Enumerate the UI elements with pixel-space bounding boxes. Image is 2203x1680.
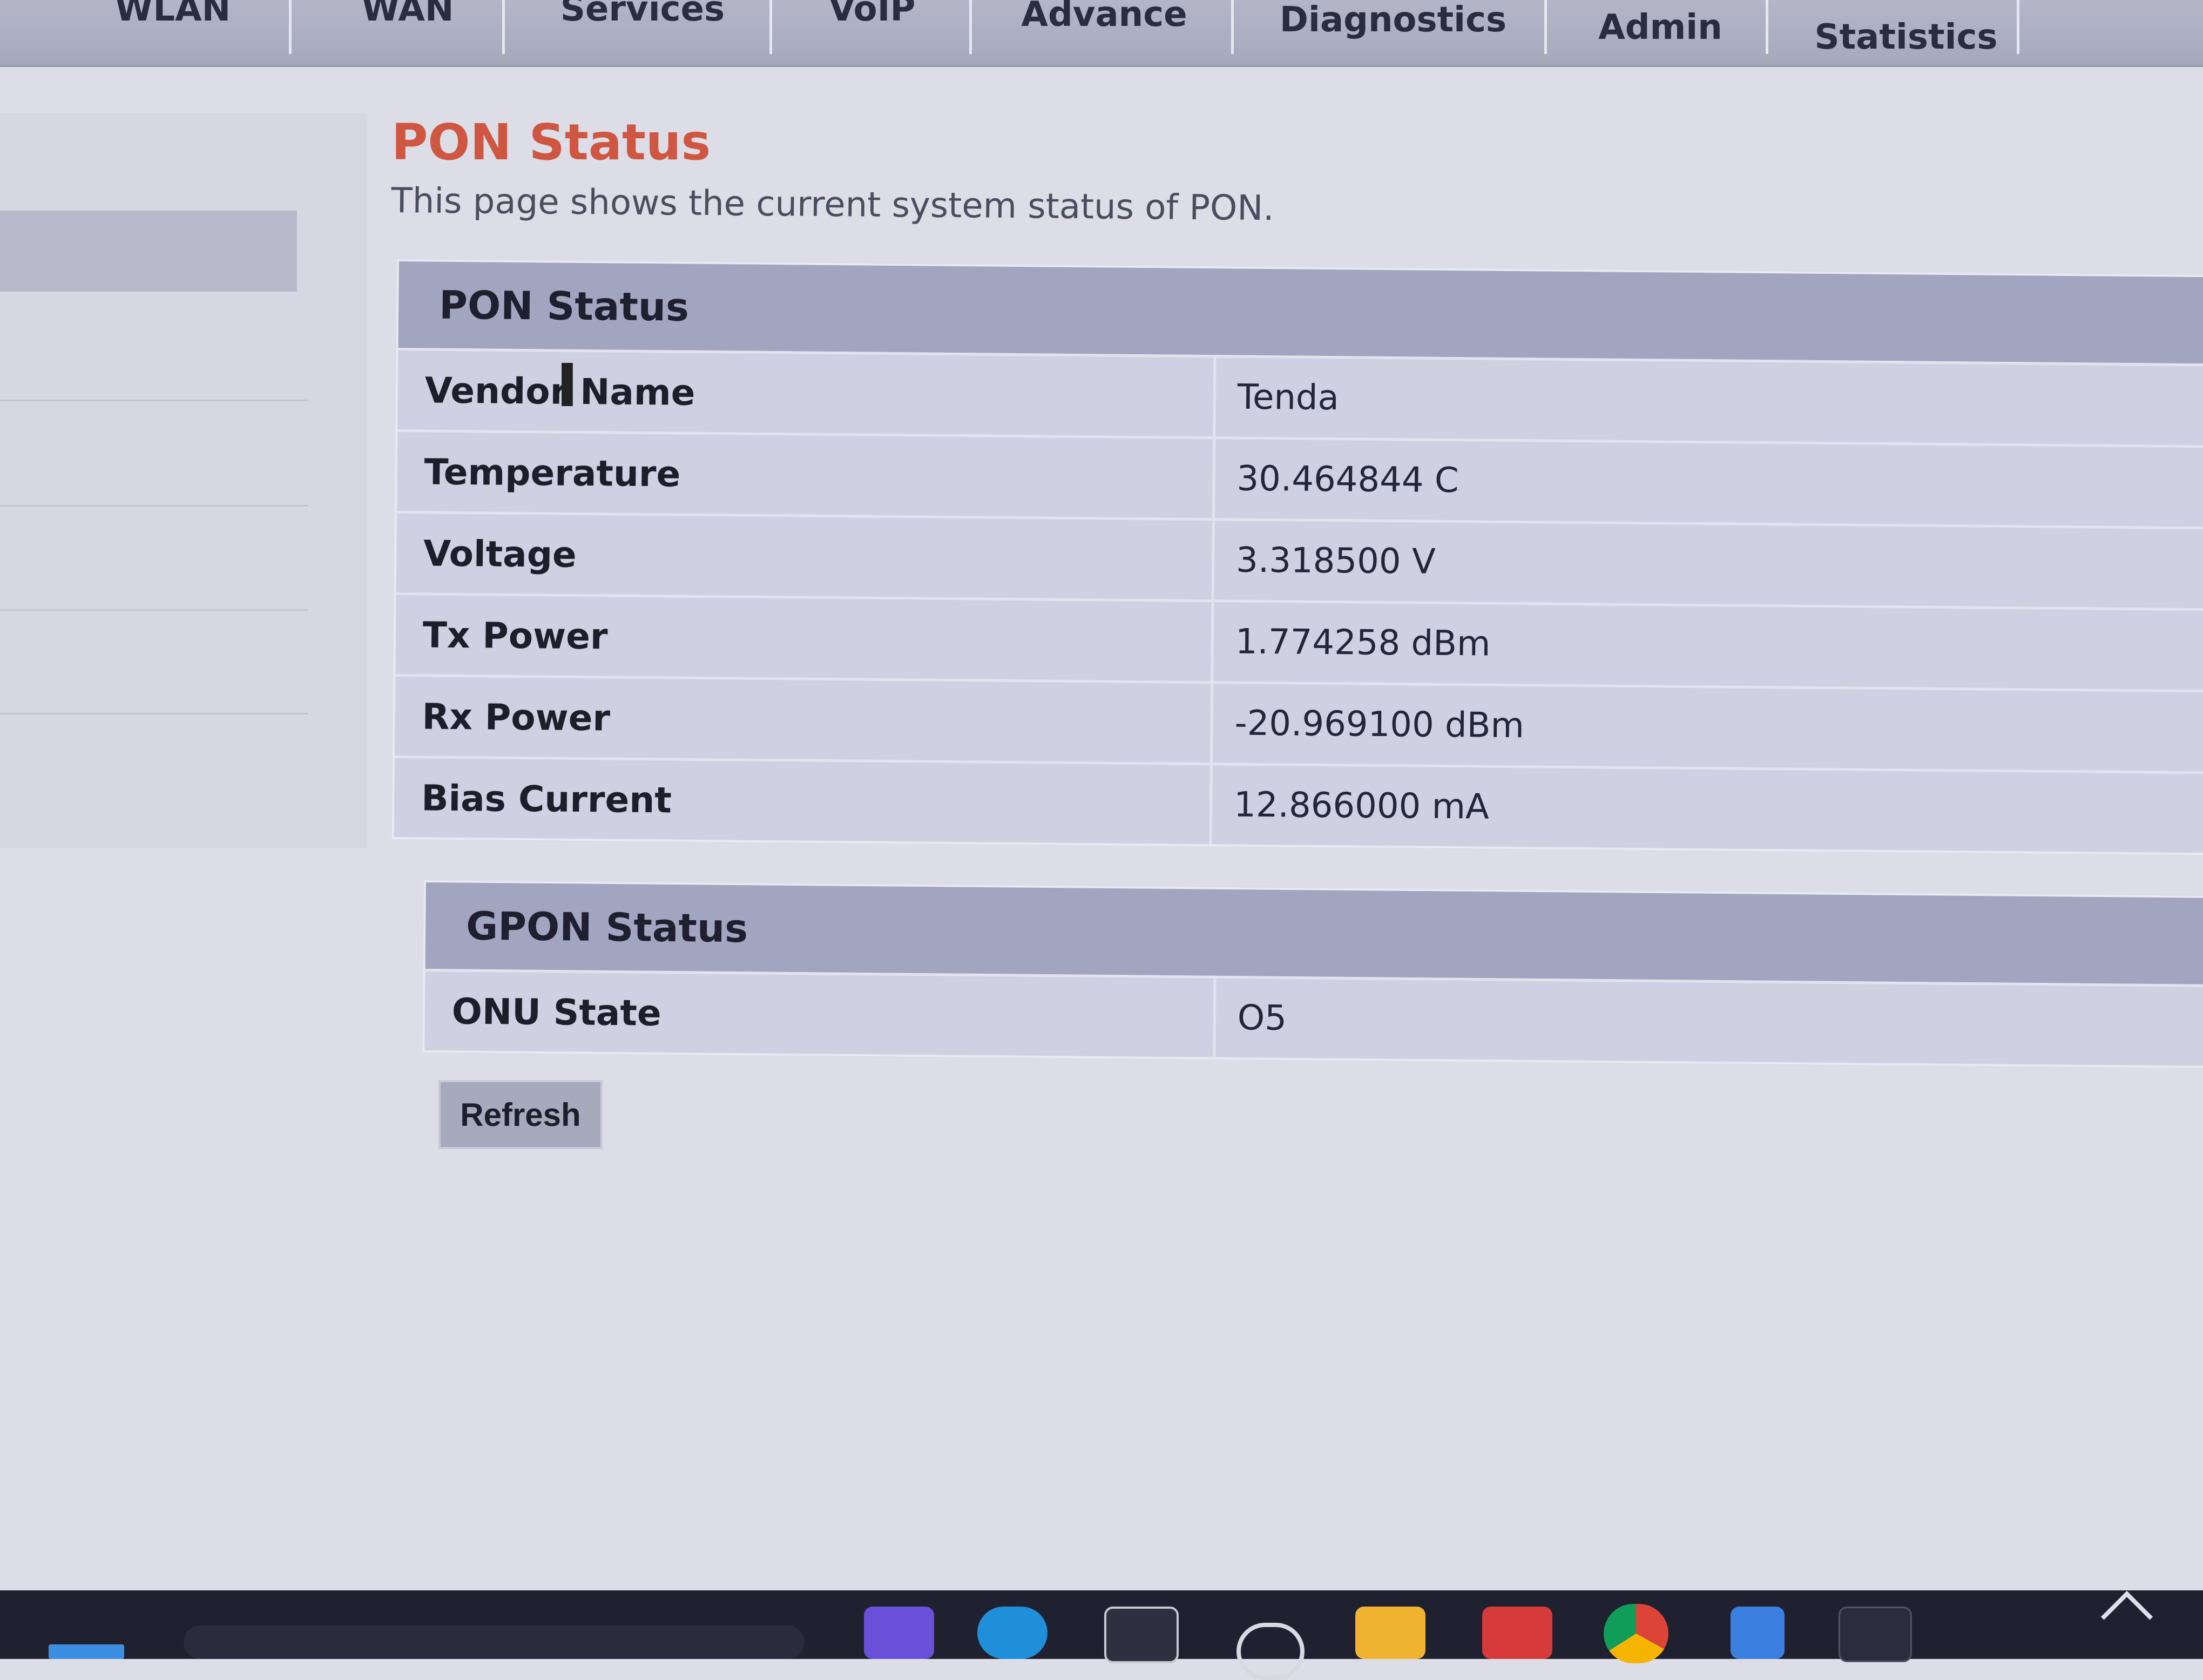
sidebar-divider bbox=[0, 505, 308, 507]
top-navigation: WLAN WAN Services VoIP Advance Diagnosti… bbox=[0, 0, 2203, 67]
row-label: Bias Current bbox=[394, 758, 1213, 845]
page-title: PON Status bbox=[391, 113, 711, 171]
tab-advance[interactable]: Advance bbox=[999, 0, 1209, 59]
table-row: Bias Current 12.866000 mA bbox=[394, 755, 2203, 853]
row-label: Voltage bbox=[396, 514, 1215, 600]
table-row: ONU State O5 bbox=[424, 969, 2203, 1067]
tab-divider bbox=[2017, 0, 2019, 54]
pon-status-heading: PON Status bbox=[398, 261, 2203, 364]
notepad-icon[interactable] bbox=[1731, 1607, 1785, 1659]
folder-icon[interactable] bbox=[1355, 1607, 1425, 1659]
row-label: Vendor Name bbox=[397, 350, 1217, 437]
tab-admin[interactable]: Admin bbox=[1577, 0, 1744, 59]
tab-wan[interactable]: WAN bbox=[319, 0, 497, 59]
sidebar bbox=[0, 113, 367, 848]
tab-services[interactable]: Services bbox=[529, 0, 756, 59]
clock-icon[interactable] bbox=[1236, 1623, 1305, 1680]
table-row: Temperature 30.464844 C bbox=[396, 429, 2203, 527]
copilot-icon[interactable] bbox=[864, 1607, 934, 1659]
tab-divider bbox=[502, 0, 505, 54]
terminal-window-icon[interactable] bbox=[1104, 1607, 1179, 1663]
table-row: Vendor Name Tenda bbox=[397, 348, 2203, 446]
row-label: Temperature bbox=[396, 432, 1216, 518]
gpon-status-heading: GPON Status bbox=[425, 882, 2203, 985]
text-cursor-icon: I bbox=[556, 351, 578, 420]
refresh-button[interactable]: Refresh bbox=[438, 1080, 603, 1149]
sidebar-divider bbox=[0, 609, 308, 611]
page-description: This page shows the current system statu… bbox=[391, 181, 1274, 229]
tab-diagnostics[interactable]: Diagnostics bbox=[1263, 0, 1523, 59]
row-value: 12.866000 mA bbox=[1233, 785, 1490, 827]
sidebar-item-active[interactable] bbox=[0, 211, 297, 292]
powershell-icon[interactable] bbox=[1839, 1607, 1912, 1662]
sidebar-divider bbox=[0, 713, 308, 714]
pon-status-panel: PON Status Vendor Name Tenda Temperature… bbox=[391, 259, 2203, 855]
row-value: 30.464844 C bbox=[1236, 458, 1459, 501]
row-value: -20.969100 dBm bbox=[1234, 703, 1525, 746]
table-row: Rx Power -20.969100 dBm bbox=[394, 674, 2203, 772]
gpon-status-panel: GPON Status ONU State O5 bbox=[422, 880, 2203, 1069]
search-box[interactable] bbox=[184, 1625, 805, 1659]
row-value: 3.318500 V bbox=[1235, 540, 1436, 582]
row-label: Tx Power bbox=[395, 595, 1214, 682]
row-label: ONU State bbox=[424, 971, 1217, 1057]
anydesk-icon[interactable] bbox=[1482, 1607, 1552, 1659]
tab-divider bbox=[289, 0, 292, 54]
row-value: 1.774258 dBm bbox=[1235, 622, 1491, 664]
tab-statistics[interactable]: Statistics bbox=[1798, 0, 2014, 59]
edge-icon[interactable] bbox=[977, 1607, 1048, 1659]
tab-divider bbox=[969, 0, 972, 54]
sidebar-divider bbox=[0, 400, 308, 401]
tab-divider bbox=[1766, 0, 1768, 54]
table-row: Tx Power 1.774258 dBm bbox=[395, 592, 2203, 690]
row-label: Rx Power bbox=[394, 677, 1214, 763]
chrome-icon[interactable] bbox=[1604, 1604, 1668, 1663]
table-row: Voltage 3.318500 V bbox=[396, 511, 2203, 609]
tab-divider bbox=[769, 0, 772, 54]
tab-voip[interactable]: VoIP bbox=[799, 0, 945, 59]
tab-wlan[interactable]: WLAN bbox=[86, 0, 259, 59]
start-icon[interactable] bbox=[49, 1644, 124, 1659]
tab-divider bbox=[1231, 0, 1234, 54]
row-value: Tenda bbox=[1237, 377, 1340, 419]
row-value: O5 bbox=[1237, 998, 1287, 1038]
tab-divider bbox=[1544, 0, 1547, 54]
